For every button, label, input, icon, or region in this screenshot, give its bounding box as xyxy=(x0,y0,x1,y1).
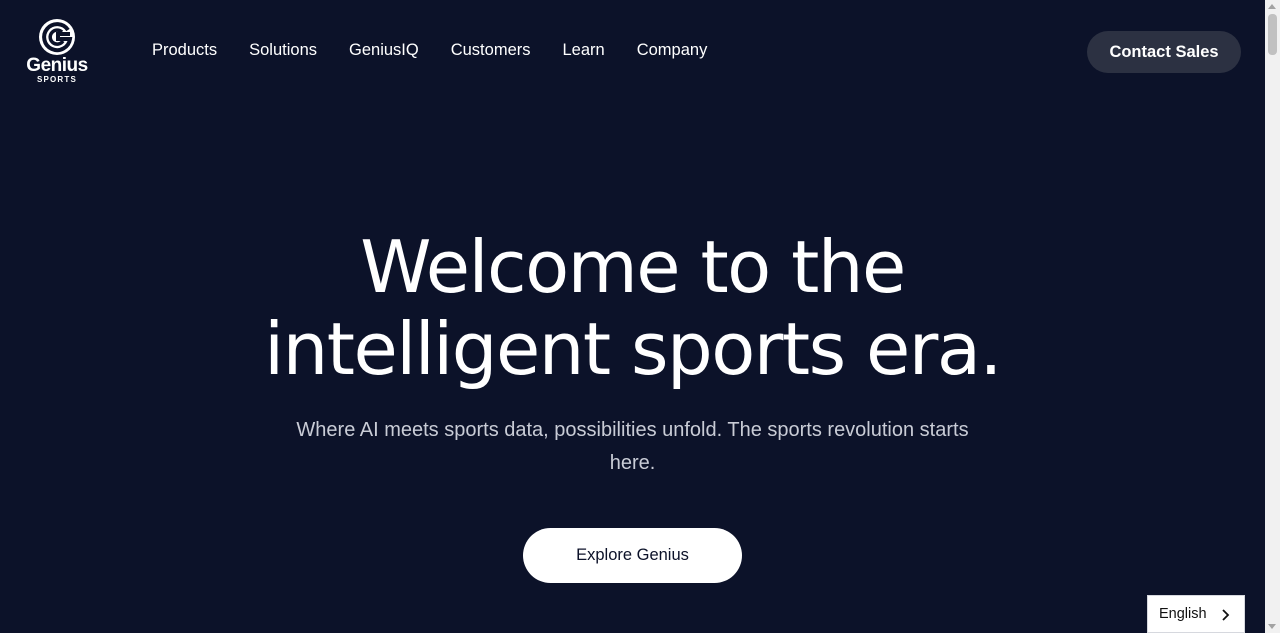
genius-g-logo-icon xyxy=(39,19,75,55)
genius-sports-logo[interactable]: Genius SPORTS xyxy=(23,18,91,88)
nav-item-company[interactable]: Company xyxy=(637,38,708,62)
explore-genius-button[interactable]: Explore Genius xyxy=(523,528,742,583)
nav-item-learn[interactable]: Learn xyxy=(563,38,605,62)
hero-title: Welcome to the intelligent sports era. xyxy=(0,226,1265,390)
nav-item-geniusiq[interactable]: GeniusIQ xyxy=(349,38,419,62)
language-selector[interactable]: English xyxy=(1147,595,1245,633)
main-nav: Products Solutions GeniusIQ Customers Le… xyxy=(152,38,739,62)
scroll-down-arrow-icon[interactable] xyxy=(1268,624,1276,629)
hero-title-line-1: Welcome to the xyxy=(360,225,906,309)
nav-item-products[interactable]: Products xyxy=(152,38,217,62)
chevron-right-icon xyxy=(1222,609,1230,621)
hero-subtitle: Where AI meets sports data, possibilitie… xyxy=(296,419,969,474)
language-selected: English xyxy=(1159,606,1207,622)
hero-title-line-2: intelligent sports era. xyxy=(264,307,1002,391)
logo-wordmark: Genius xyxy=(26,55,88,76)
site-header: Genius SPORTS Products Solutions GeniusI… xyxy=(0,0,1265,100)
nav-item-customers[interactable]: Customers xyxy=(451,38,531,62)
contact-sales-button[interactable]: Contact Sales xyxy=(1087,31,1241,73)
logo-subtitle: SPORTS xyxy=(36,75,78,84)
page: Genius SPORTS Products Solutions GeniusI… xyxy=(0,0,1280,633)
scroll-up-arrow-icon[interactable] xyxy=(1268,4,1276,9)
scrollbar[interactable] xyxy=(1265,0,1280,633)
scrollbar-thumb[interactable] xyxy=(1268,14,1277,55)
nav-item-solutions[interactable]: Solutions xyxy=(249,38,317,62)
